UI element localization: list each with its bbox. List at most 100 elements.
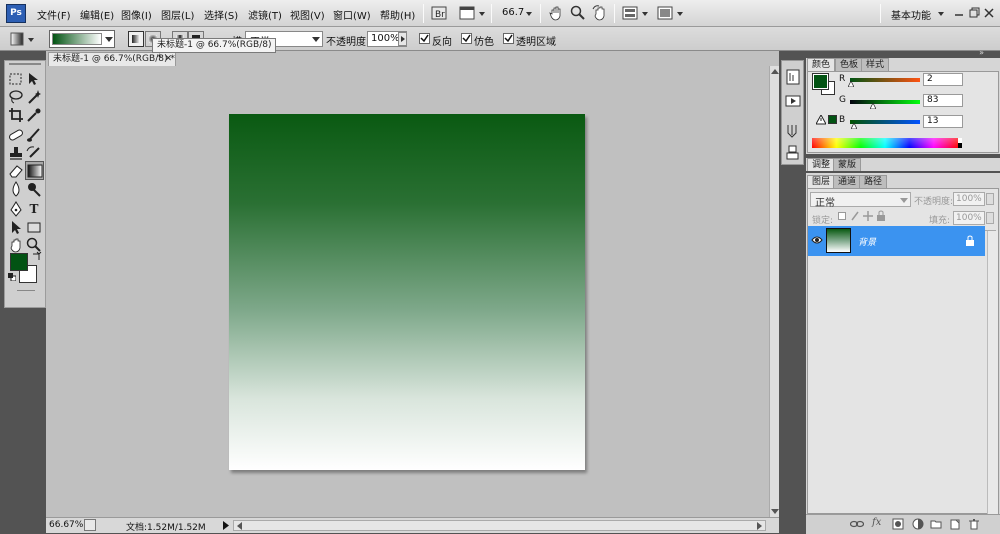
toolbox-grip[interactable] [9, 63, 41, 65]
gamut-warning-icon[interactable] [816, 115, 826, 125]
r-slider-thumb[interactable] [848, 81, 854, 87]
marquee-icon[interactable] [8, 71, 24, 87]
menu-help[interactable]: 帮助(H) [380, 7, 415, 22]
tab-channels[interactable]: 通道 [833, 175, 862, 188]
menu-layer[interactable]: 图层(L) [161, 7, 194, 22]
blend-mode-select[interactable]: 正常 [810, 192, 911, 209]
tool-preset-picker[interactable] [10, 31, 38, 47]
arrange-documents-icon[interactable] [622, 5, 650, 21]
eyedropper-icon[interactable] [26, 107, 42, 123]
eye-icon[interactable] [811, 235, 823, 245]
healing-icon[interactable] [8, 127, 24, 143]
b-field[interactable]: 13 [923, 115, 963, 128]
fill-arrow-icon[interactable] [986, 212, 994, 224]
opacity-arrow-icon[interactable] [398, 32, 407, 46]
adjustment-layer-icon[interactable] [912, 518, 924, 530]
gradient-icon[interactable] [27, 163, 43, 179]
eraser-icon[interactable] [8, 163, 24, 179]
b-slider-thumb[interactable] [851, 123, 857, 129]
tab-layers[interactable]: 图层 [807, 175, 836, 188]
g-slider[interactable] [850, 100, 920, 104]
zoom-icon[interactable] [570, 5, 586, 21]
layer-opacity-input[interactable]: 100% [953, 192, 985, 206]
hand-icon[interactable] [8, 237, 24, 253]
type-icon[interactable]: T [26, 201, 42, 217]
tab-paths[interactable]: 路径 [859, 175, 888, 188]
zoom-level[interactable]: 66.7 [502, 7, 524, 18]
quick-mask-button[interactable] [17, 290, 35, 291]
layers-scrollbar[interactable] [987, 231, 998, 531]
lock-image-icon[interactable] [850, 211, 860, 221]
lock-position-icon[interactable] [863, 211, 873, 221]
layer-mask-icon[interactable] [892, 518, 904, 530]
restore-icon[interactable] [968, 5, 980, 21]
tab-masks[interactable]: 蒙版 [833, 158, 862, 171]
clone-source-icon[interactable] [785, 145, 801, 161]
view-extras-icon[interactable] [459, 5, 487, 21]
path-select-icon[interactable] [8, 219, 24, 235]
tab-swatches[interactable]: 色板 [835, 58, 864, 71]
new-group-icon[interactable] [930, 518, 942, 530]
chevron-down-icon[interactable] [936, 5, 946, 21]
history-icon[interactable] [785, 69, 801, 85]
link-layers-icon[interactable] [850, 518, 864, 530]
opacity-arrow-icon[interactable] [986, 193, 994, 205]
r-field[interactable]: 2 [923, 73, 963, 86]
chevron-right-icon[interactable] [222, 521, 230, 530]
transparency-checkbox[interactable] [503, 33, 514, 44]
hand-icon[interactable] [548, 5, 564, 21]
status-options-icon[interactable] [84, 519, 96, 531]
minimize-icon[interactable] [953, 5, 965, 21]
menu-window[interactable]: 窗口(W) [333, 7, 371, 22]
tab-styles[interactable]: 样式 [861, 58, 890, 71]
blur-icon[interactable] [8, 181, 24, 197]
layer-style-icon[interactable]: fx [872, 517, 881, 528]
swap-colors-icon[interactable] [32, 251, 42, 261]
reverse-checkbox[interactable] [419, 33, 430, 44]
linear-gradient-icon[interactable] [128, 31, 144, 47]
screen-mode-icon[interactable] [657, 5, 685, 21]
actions-icon[interactable] [785, 93, 801, 109]
tab-adjustments[interactable]: 调整 [807, 158, 836, 171]
dodge-icon[interactable] [26, 181, 42, 197]
bridge-icon[interactable]: Br [431, 5, 447, 21]
app-logo[interactable]: Ps [6, 4, 26, 23]
delete-layer-icon[interactable] [968, 518, 980, 530]
collapse-arrows-icon[interactable]: » [979, 48, 984, 57]
b-slider[interactable] [850, 120, 920, 124]
fill-input[interactable]: 100% [953, 211, 985, 225]
horizontal-scrollbar[interactable] [233, 520, 766, 531]
zoom-status[interactable]: 66.67% [49, 520, 83, 530]
stamp-icon[interactable] [8, 145, 24, 161]
crop-icon[interactable] [8, 107, 24, 123]
close-icon[interactable] [983, 5, 995, 21]
chevron-down-icon[interactable] [524, 5, 534, 21]
menu-view[interactable]: 视图(V) [290, 7, 325, 22]
gradient-canvas[interactable] [229, 114, 585, 470]
gradient-picker[interactable] [49, 30, 115, 48]
brush-icon[interactable] [26, 127, 42, 143]
layer-name[interactable]: 背景 [858, 235, 876, 248]
menu-select[interactable]: 选择(S) [204, 7, 238, 22]
ramp-black-swatch[interactable] [958, 143, 962, 148]
workspace-switcher[interactable]: 基本功能 [891, 7, 931, 22]
pen-icon[interactable] [8, 201, 24, 217]
vertical-scrollbar[interactable] [769, 66, 779, 517]
shape-icon[interactable] [26, 219, 42, 235]
menu-filter[interactable]: 滤镜(T) [248, 7, 282, 22]
lock-all-icon[interactable] [876, 210, 886, 221]
gradient-tool-active[interactable] [25, 161, 44, 180]
foreground-color-swatch[interactable] [10, 253, 28, 271]
history-brush-icon[interactable] [26, 145, 42, 161]
new-layer-icon[interactable] [949, 518, 961, 530]
move-icon[interactable] [26, 71, 42, 87]
lock-transparent-icon[interactable] [838, 212, 846, 220]
magic-wand-icon[interactable] [26, 89, 42, 105]
rotate-view-icon[interactable] [592, 5, 608, 21]
tool-presets-icon[interactable] [785, 123, 801, 139]
default-colors-icon[interactable] [8, 273, 16, 281]
color-ramp[interactable] [812, 138, 958, 148]
close-icon[interactable]: ✕ [164, 53, 172, 66]
g-field[interactable]: 83 [923, 94, 963, 107]
menu-edit[interactable]: 编辑(E) [80, 7, 114, 22]
